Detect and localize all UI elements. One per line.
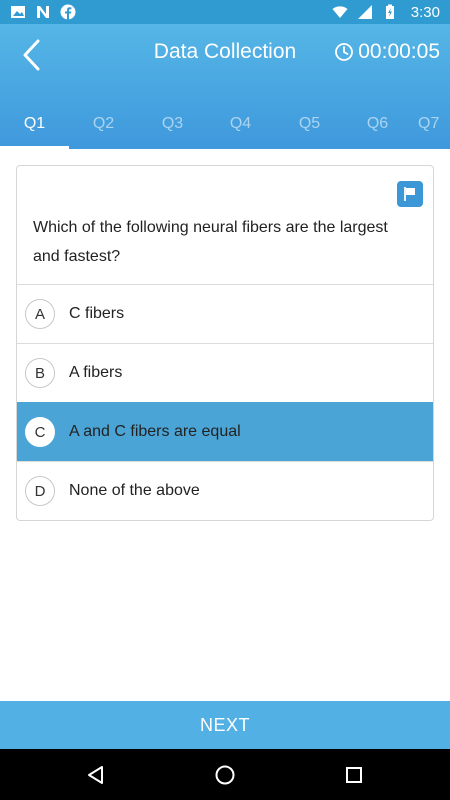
option-letter: C — [25, 417, 55, 447]
facebook-icon — [60, 4, 76, 20]
quiz-timer: 00:00:05 — [334, 40, 440, 64]
tab-q1[interactable]: Q1 — [0, 102, 69, 146]
app-header: Data Collection 00:00:05 Q1 Q2 Q3 Q4 Q5 … — [0, 24, 450, 149]
system-nav-bar — [0, 749, 450, 800]
option-label: None of the above — [69, 482, 200, 499]
clock-icon — [335, 43, 354, 61]
timer-value: 00:00:05 — [358, 40, 440, 63]
option-d[interactable]: D None of the above — [17, 461, 433, 520]
signal-icon — [357, 5, 372, 19]
option-c[interactable]: C A and C fibers are equal — [17, 402, 433, 461]
question-card: Which of the following neural fibers are… — [16, 165, 434, 521]
status-bar: 3:30 — [0, 0, 450, 24]
option-b[interactable]: B A fibers — [17, 343, 433, 402]
status-time: 3:30 — [410, 3, 440, 21]
next-button[interactable]: NEXT — [0, 701, 450, 749]
option-letter: A — [25, 299, 55, 329]
question-tabs: Q1 Q2 Q3 Q4 Q5 Q6 Q7 — [0, 102, 450, 149]
active-tab-indicator — [0, 146, 69, 149]
battery-charging-icon — [385, 4, 394, 19]
option-letter: B — [25, 358, 55, 388]
image-icon — [11, 6, 25, 18]
status-bar-left — [10, 4, 76, 20]
recents-square-icon[interactable] — [342, 763, 366, 787]
option-label: C fibers — [69, 305, 125, 322]
option-label: A fibers — [69, 364, 123, 381]
tab-q5[interactable]: Q5 — [275, 102, 344, 146]
n-notification-icon — [37, 6, 49, 18]
tab-q6[interactable]: Q6 — [343, 102, 412, 146]
option-a[interactable]: A C fibers — [17, 284, 433, 343]
option-letter: D — [25, 476, 55, 506]
option-label: A and C fibers are equal — [69, 423, 241, 440]
home-circle-icon[interactable] — [213, 763, 237, 787]
flag-icon — [404, 187, 415, 201]
back-triangle-icon[interactable] — [84, 763, 108, 787]
question-text: Which of the following neural fibers are… — [33, 219, 388, 265]
wifi-icon — [332, 6, 348, 18]
status-bar-right: 3:30 — [332, 4, 440, 21]
flag-button[interactable] — [397, 181, 423, 207]
tab-q2[interactable]: Q2 — [69, 102, 138, 146]
tab-q4[interactable]: Q4 — [206, 102, 275, 146]
tab-q7[interactable]: Q7 — [418, 102, 450, 146]
answer-options: A C fibers B A fibers C A and C fibers a… — [17, 284, 433, 520]
tab-q3[interactable]: Q3 — [138, 102, 207, 146]
